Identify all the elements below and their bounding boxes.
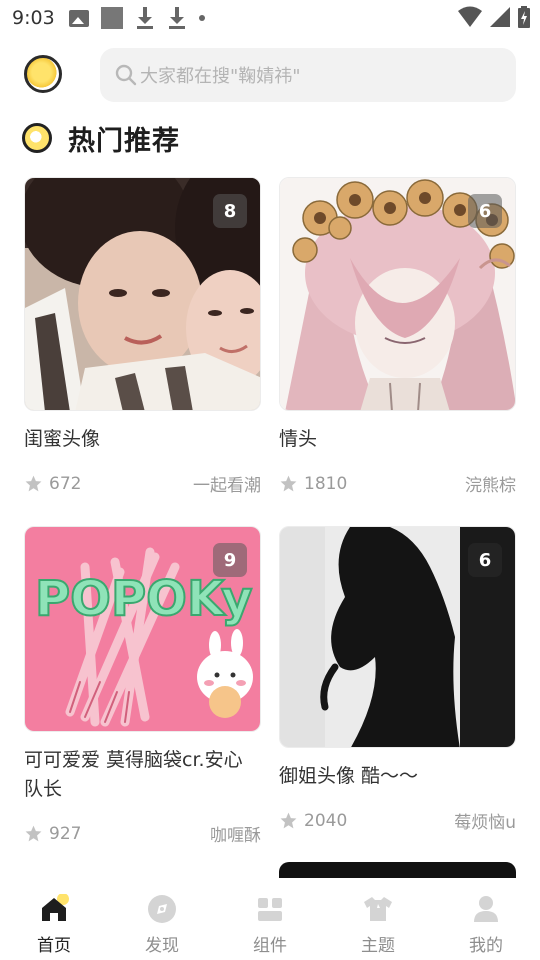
card-image: 6 xyxy=(279,177,516,411)
nav-discover[interactable]: 发现 xyxy=(108,878,216,960)
download-icon xyxy=(135,7,155,29)
nav-label: 组件 xyxy=(253,936,287,956)
star-count: 927 xyxy=(24,824,81,844)
wallpaper-card[interactable]: POPOKy 9 可可爱爱 莫得脑袋cr.安心队长 927 咖喱酥 xyxy=(24,526,261,846)
image-count-badge: 8 xyxy=(213,194,247,228)
card-meta: 1810 浣熊棕 xyxy=(279,471,516,496)
card-meta: 2040 莓烦恼u xyxy=(279,808,516,833)
star-icon xyxy=(25,825,42,842)
card-image: 8 xyxy=(24,177,261,411)
status-system-icons xyxy=(458,6,530,28)
wallpaper-card[interactable]: 6 情头 1810 浣熊棕 xyxy=(279,177,516,496)
star-count-value: 1810 xyxy=(304,473,348,494)
signal-icon xyxy=(490,7,510,27)
wallpaper-card[interactable]: 6 御姐头像 酷～～ 2040 莓烦恼u xyxy=(279,526,516,833)
wallpaper-card-peek[interactable] xyxy=(279,862,516,878)
nav-label: 主题 xyxy=(361,936,395,956)
popoky-title-art: POPOKy xyxy=(35,571,252,627)
theme-shirt-icon xyxy=(364,897,392,921)
search-input[interactable]: 大家都在搜"鞠婧祎" xyxy=(100,48,516,102)
status-bar: 9:03 xyxy=(0,0,540,36)
search-placeholder: 大家都在搜"鞠婧祎" xyxy=(140,66,301,87)
battery-icon xyxy=(518,6,530,28)
star-icon xyxy=(280,475,297,492)
section-title: 热门推荐 xyxy=(68,125,180,157)
star-count: 672 xyxy=(24,474,81,494)
card-image: POPOKy 9 xyxy=(24,526,261,732)
nav-label: 首页 xyxy=(37,936,71,956)
wifi-icon xyxy=(458,6,482,27)
header: 大家都在搜"鞠婧祎" xyxy=(0,46,540,104)
author-name[interactable]: 浣熊棕 xyxy=(465,471,516,496)
card-image: 6 xyxy=(279,526,516,748)
discover-icon xyxy=(148,895,176,923)
star-count-value: 672 xyxy=(49,473,82,494)
card-meta: 672 一起看潮 xyxy=(24,471,261,496)
status-notifications xyxy=(68,7,205,29)
author-name[interactable]: 莓烦恼u xyxy=(454,808,516,833)
hot-badge-icon xyxy=(22,123,52,153)
wallpaper-card[interactable]: 8 闺蜜头像 672 一起看潮 xyxy=(24,177,261,496)
widgets-icon xyxy=(258,898,282,921)
card-title: 情头 xyxy=(279,428,318,450)
star-icon xyxy=(25,475,42,492)
card-title: 御姐头像 酷～～ xyxy=(279,765,419,787)
download-icon xyxy=(167,7,187,29)
nav-widgets[interactable]: 组件 xyxy=(216,878,324,960)
star-count-value: 2040 xyxy=(304,810,348,831)
nav-home[interactable]: 首页 xyxy=(0,878,108,960)
home-icon xyxy=(42,894,69,921)
bottom-nav: 首页 发现 组件 主题 我的 xyxy=(0,878,540,960)
star-icon xyxy=(280,812,297,829)
nav-profile[interactable]: 我的 xyxy=(432,878,540,960)
author-name[interactable]: 咖喱酥 xyxy=(210,821,261,846)
avatar[interactable] xyxy=(24,55,62,93)
nav-theme[interactable]: 主题 xyxy=(324,878,432,960)
image-count-badge: 9 xyxy=(213,543,247,577)
card-title: 闺蜜头像 xyxy=(24,428,101,450)
card-meta: 927 咖喱酥 xyxy=(24,821,261,846)
section-header: 热门推荐 xyxy=(22,118,180,158)
nav-label: 发现 xyxy=(145,936,179,956)
image-count-badge: 6 xyxy=(468,194,502,228)
more-notifications-icon xyxy=(198,15,205,21)
star-count: 1810 xyxy=(279,474,347,494)
author-name[interactable]: 一起看潮 xyxy=(193,471,261,496)
image-notification-icon xyxy=(68,9,89,27)
card-title: 可可爱爱 莫得脑袋cr.安心队长 xyxy=(24,749,243,800)
app-notification-icon xyxy=(100,7,123,29)
status-time: 9:03 xyxy=(12,7,55,29)
star-count-value: 927 xyxy=(49,823,82,844)
profile-icon xyxy=(474,896,498,922)
nav-label: 我的 xyxy=(469,936,503,956)
search-icon xyxy=(115,64,137,86)
image-count-badge: 6 xyxy=(468,543,502,577)
star-count: 2040 xyxy=(279,811,347,831)
